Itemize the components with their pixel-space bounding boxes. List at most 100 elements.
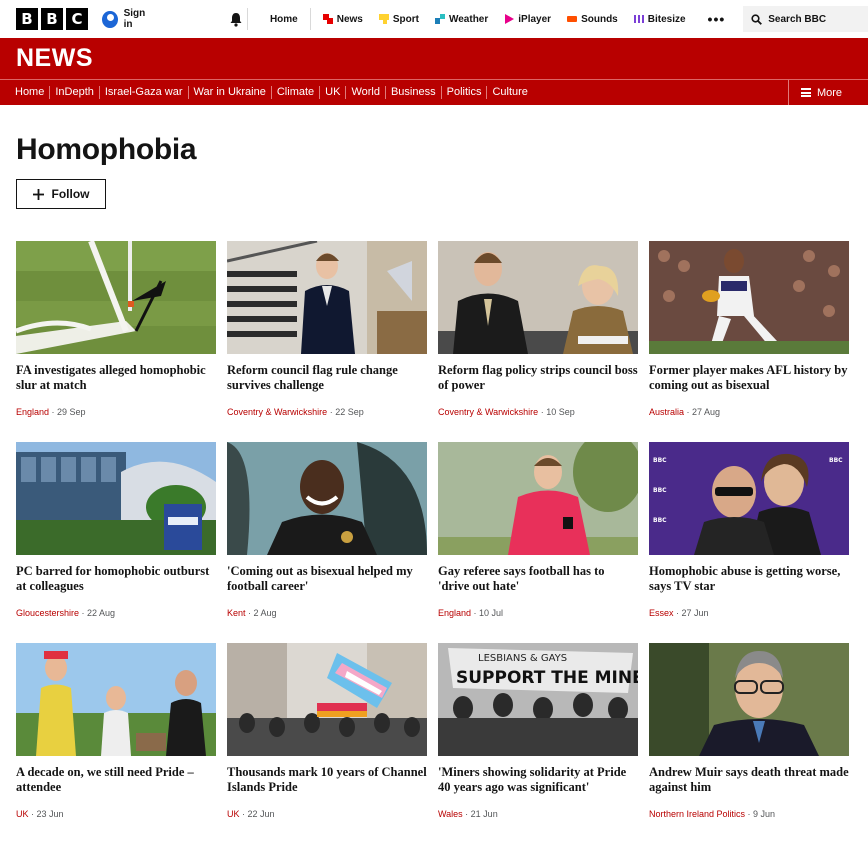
plus-icon bbox=[32, 188, 44, 200]
article-headline[interactable]: Former player makes AFL history by comin… bbox=[649, 363, 849, 393]
article-meta: Gloucestershire · 22 Aug bbox=[16, 608, 116, 618]
article-card[interactable]: BBC BBC BBC BBC Homophobic abuse is getting… bbox=[649, 442, 849, 643]
subnav-indepth[interactable]: InDepth bbox=[50, 86, 100, 99]
notifications-bell-icon[interactable] bbox=[228, 11, 243, 27]
article-meta: Kent · 2 Aug bbox=[227, 608, 277, 618]
article-image-referee[interactable] bbox=[438, 442, 638, 555]
article-card[interactable]: Gay referee says football has to 'drive … bbox=[438, 442, 638, 643]
article-card[interactable]: Andrew Muir says death threat made again… bbox=[649, 643, 849, 844]
article-card[interactable]: A decade on, we still need Pride – atten… bbox=[16, 643, 216, 844]
subnav-uk[interactable]: UK bbox=[320, 86, 347, 99]
article-location[interactable]: Gloucestershire bbox=[16, 608, 79, 618]
follow-button[interactable]: Follow bbox=[16, 179, 106, 209]
logo-letter: C bbox=[66, 8, 88, 30]
article-card[interactable]: FA investigates alleged homophobic slur … bbox=[16, 241, 216, 442]
nav-weather[interactable]: Weather bbox=[427, 0, 496, 38]
nav-iplayer[interactable]: iPlayer bbox=[496, 0, 559, 38]
nav-news[interactable]: News bbox=[315, 0, 371, 38]
article-image-football-pitch[interactable] bbox=[16, 241, 216, 354]
article-date: 22 Sep bbox=[335, 407, 364, 417]
article-card[interactable]: PC barred for homophobic outburst at col… bbox=[16, 442, 216, 643]
article-image-pride-parade[interactable] bbox=[227, 643, 427, 756]
subnav-more-button[interactable]: More bbox=[787, 80, 868, 105]
article-card[interactable]: LESBIANS & GAYS SUPPORT THE MINERS 'Mine… bbox=[438, 643, 638, 844]
subnav-israel-gaza-war[interactable]: Israel-Gaza war bbox=[100, 86, 189, 99]
article-headline[interactable]: Reform flag policy strips council boss o… bbox=[438, 363, 638, 393]
article-image-council-meeting[interactable] bbox=[438, 241, 638, 354]
article-date: 21 Jun bbox=[470, 809, 498, 819]
article-date: 22 Aug bbox=[87, 608, 116, 618]
article-headline[interactable]: A decade on, we still need Pride – atten… bbox=[16, 765, 216, 795]
article-image-afl-player[interactable] bbox=[649, 241, 849, 354]
article-headline[interactable]: Homophobic abuse is getting worse, says … bbox=[649, 564, 849, 594]
article-location[interactable]: Australia bbox=[649, 407, 684, 417]
article-headline[interactable]: 'Miners showing solidarity at Pride 40 y… bbox=[438, 765, 638, 795]
article-image-man-with-glasses[interactable] bbox=[649, 643, 849, 756]
article-headline[interactable]: PC barred for homophobic outburst at col… bbox=[16, 564, 216, 594]
article-date: 23 Jun bbox=[36, 809, 64, 819]
nav-sport[interactable]: Sport bbox=[371, 0, 427, 38]
article-headline[interactable]: FA investigates alleged homophobic slur … bbox=[16, 363, 216, 393]
subnav-politics[interactable]: Politics bbox=[442, 86, 488, 99]
article-headline[interactable]: Thousands mark 10 years of Channel Islan… bbox=[227, 765, 427, 795]
article-location[interactable]: England bbox=[438, 608, 471, 618]
news-brand-logo[interactable]: NEWS bbox=[16, 44, 93, 73]
nav-label: Home bbox=[269, 13, 298, 25]
article-location[interactable]: Northern Ireland Politics bbox=[649, 809, 745, 819]
sounds-icon bbox=[567, 16, 578, 22]
bbc-logo[interactable]: B B C bbox=[16, 8, 88, 30]
svg-text:BBC: BBC bbox=[829, 457, 843, 464]
svg-text:LESBIANS & GAYS: LESBIANS & GAYS bbox=[478, 653, 567, 664]
sign-in-label: Sign in bbox=[123, 8, 146, 30]
subnav-climate[interactable]: Climate bbox=[272, 86, 321, 99]
nav-sounds[interactable]: Sounds bbox=[559, 0, 626, 38]
article-headline[interactable]: Andrew Muir says death threat made again… bbox=[649, 765, 849, 795]
menu-icon bbox=[800, 88, 811, 97]
nav-label: News bbox=[336, 13, 363, 25]
nav-label: Sounds bbox=[581, 13, 618, 25]
article-location[interactable]: UK bbox=[227, 809, 240, 819]
article-card[interactable]: Thousands mark 10 years of Channel Islan… bbox=[227, 643, 427, 844]
subnav-world[interactable]: World bbox=[346, 86, 386, 99]
subnav-culture[interactable]: Culture bbox=[487, 86, 532, 99]
article-headline[interactable]: Gay referee says football has to 'drive … bbox=[438, 564, 638, 594]
article-location[interactable]: UK bbox=[16, 809, 29, 819]
article-card[interactable]: Reform council flag rule change survives… bbox=[227, 241, 427, 442]
article-image-pride-attendees[interactable] bbox=[16, 643, 216, 756]
article-card[interactable]: Reform flag policy strips council boss o… bbox=[438, 241, 638, 442]
article-image-police-building[interactable] bbox=[16, 442, 216, 555]
page-title: Homophobia bbox=[16, 133, 197, 166]
more-services-button[interactable]: ••• bbox=[694, 11, 740, 27]
article-date: 10 Jul bbox=[479, 608, 504, 618]
search-bbc-input[interactable]: Search BBC bbox=[743, 6, 868, 32]
article-location[interactable]: Coventry & Warwickshire bbox=[227, 407, 327, 417]
nav-home[interactable]: Home bbox=[262, 0, 306, 38]
nav-bitesize[interactable]: Bitesize bbox=[626, 0, 694, 38]
article-location[interactable]: Coventry & Warwickshire bbox=[438, 407, 538, 417]
subnav-home[interactable]: Home bbox=[10, 86, 51, 99]
article-meta: UK · 22 Jun bbox=[227, 809, 275, 819]
article-image-miners-banner[interactable]: LESBIANS & GAYS SUPPORT THE MINERS bbox=[438, 643, 638, 756]
sign-in-link[interactable]: Sign in bbox=[102, 8, 154, 30]
article-image-man-on-stairs[interactable] bbox=[227, 241, 427, 354]
article-location[interactable]: Kent bbox=[227, 608, 246, 618]
subnav-business[interactable]: Business bbox=[386, 86, 442, 99]
logo-letter: B bbox=[41, 8, 63, 30]
svg-text:SUPPORT THE MINERS: SUPPORT THE MINERS bbox=[456, 668, 638, 688]
article-location[interactable]: England bbox=[16, 407, 49, 417]
article-headline[interactable]: Reform council flag rule change survives… bbox=[227, 363, 427, 393]
article-card[interactable]: 'Coming out as bisexual helped my footba… bbox=[227, 442, 427, 643]
article-location[interactable]: Wales bbox=[438, 809, 463, 819]
article-location[interactable]: Essex bbox=[649, 608, 674, 618]
article-date: 2 Aug bbox=[253, 608, 277, 618]
account-icon bbox=[102, 10, 118, 28]
article-headline[interactable]: 'Coming out as bisexual helped my footba… bbox=[227, 564, 427, 594]
news-icon bbox=[322, 14, 333, 24]
subnav-war-in-ukraine[interactable]: War in Ukraine bbox=[189, 86, 272, 99]
divider bbox=[309, 8, 311, 30]
article-card[interactable]: Former player makes AFL history by comin… bbox=[649, 241, 849, 442]
article-image-smiling-man[interactable] bbox=[227, 442, 427, 555]
article-image-couple[interactable]: BBC BBC BBC BBC bbox=[649, 442, 849, 555]
article-meta: Australia · 27 Aug bbox=[649, 407, 721, 417]
nav-label: Bitesize bbox=[647, 13, 686, 25]
